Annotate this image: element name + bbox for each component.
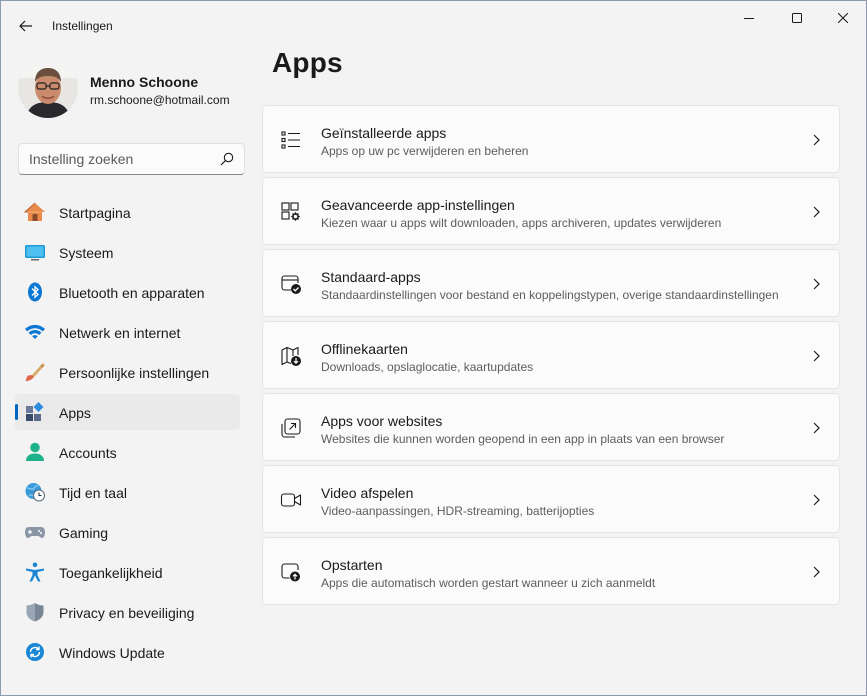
sidebar-item-privacy[interactable]: Privacy en beveiliging — [15, 594, 240, 630]
sidebar-item-label: Persoonlijke instellingen — [59, 365, 210, 381]
sidebar-item-label: Toegankelijkheid — [59, 565, 163, 581]
offline-map-icon — [281, 346, 301, 366]
sidebar-item-label: Privacy en beveiliging — [59, 605, 195, 621]
settings-window: Instellingen Menno Schoone rm.schoone@ho… — [0, 0, 867, 696]
sidebar-item-toegankelijkheid[interactable]: Toegankelijkheid — [15, 554, 240, 590]
wifi-icon — [25, 324, 45, 339]
title-bar: Instellingen — [1, 1, 866, 49]
search-icon[interactable] — [220, 152, 234, 166]
apps-icon — [26, 402, 44, 421]
accessibility-icon — [26, 562, 44, 582]
sidebar-item-label: Tijd en taal — [59, 485, 127, 501]
sidebar-item-apps[interactable]: Apps — [15, 394, 240, 430]
card-title: Geavanceerde app-instellingen — [321, 197, 515, 213]
sidebar-item-gaming[interactable]: Gaming — [15, 514, 240, 550]
card-title: Opstarten — [321, 557, 383, 573]
card-title: Apps voor websites — [321, 413, 443, 429]
sidebar-item-label: Systeem — [59, 245, 114, 261]
card-offline-maps[interactable]: Offlinekaarten Downloads, opslaglocatie,… — [262, 321, 840, 389]
card-apps-for-websites[interactable]: Apps voor websites Websites die kunnen w… — [262, 393, 840, 461]
arrow-left-icon — [19, 20, 32, 32]
sidebar-item-systeem[interactable]: Systeem — [15, 234, 240, 270]
home-icon — [24, 202, 45, 221]
profile-photo — [18, 58, 78, 118]
card-description: Kiezen waar u apps wilt downloaden, apps… — [321, 216, 722, 230]
user-email: rm.schoone@hotmail.com — [90, 93, 230, 107]
sidebar-item-label: Apps — [59, 405, 91, 421]
sidebar-item-label: Gaming — [59, 525, 109, 541]
card-advanced-app-settings[interactable]: Geavanceerde app-instellingen Kiezen waa… — [262, 177, 840, 245]
sidebar-item-label: Windows Update — [59, 645, 165, 661]
sidebar-item-accounts[interactable]: Accounts — [15, 434, 240, 470]
close-button[interactable] — [820, 1, 866, 35]
video-icon — [280, 493, 302, 507]
person-icon — [26, 442, 44, 461]
settings-card-list: Geïnstalleerde apps Apps op uw pc verwij… — [262, 105, 840, 609]
page-title: Apps — [272, 47, 343, 78]
sidebar-item-label: Bluetooth en apparaten — [59, 285, 205, 301]
card-description: Apps die automatisch worden gestart wann… — [321, 576, 656, 590]
chevron-right-icon — [813, 422, 820, 434]
shield-icon — [26, 603, 44, 622]
close-icon — [838, 13, 848, 23]
card-installed-apps[interactable]: Geïnstalleerde apps Apps op uw pc verwij… — [262, 105, 840, 173]
card-description: Standaardinstellingen voor bestand en ko… — [321, 288, 779, 302]
minimize-button[interactable] — [726, 1, 772, 35]
sidebar-item-bluetooth[interactable]: Bluetooth en apparaten — [15, 274, 240, 310]
chevron-right-icon — [813, 278, 820, 290]
window-title: Instellingen — [52, 19, 113, 33]
card-description: Apps op uw pc verwijderen en beheren — [321, 144, 529, 158]
avatar[interactable] — [18, 58, 78, 118]
sidebar-nav: Startpagina Systeem Bluetooth en apparat… — [15, 194, 240, 674]
sidebar-item-label: Netwerk en internet — [59, 325, 181, 341]
chevron-right-icon — [813, 134, 820, 146]
card-default-apps[interactable]: Standaard-apps Standaardinstellingen voo… — [262, 249, 840, 317]
card-title: Video afspelen — [321, 485, 414, 501]
startup-icon — [281, 563, 300, 582]
card-video-playback[interactable]: Video afspelen Video-aanpassingen, HDR-s… — [262, 465, 840, 533]
globe-clock-icon — [25, 483, 45, 502]
sidebar-item-persoonlijk[interactable]: Persoonlijke instellingen — [15, 354, 240, 390]
card-title: Geïnstalleerde apps — [321, 125, 447, 141]
app-list-icon — [281, 131, 300, 149]
app-settings-icon — [281, 202, 300, 221]
maximize-icon — [792, 13, 802, 23]
sidebar-item-windows-update[interactable]: Windows Update — [15, 634, 240, 670]
sidebar-item-tijd-taal[interactable]: Tijd en taal — [15, 474, 240, 510]
sidebar-item-startpagina[interactable]: Startpagina — [15, 194, 240, 230]
card-description: Downloads, opslaglocatie, kaartupdates — [321, 360, 534, 374]
card-startup[interactable]: Opstarten Apps die automatisch worden ge… — [262, 537, 840, 605]
chevron-right-icon — [813, 566, 820, 578]
back-button[interactable] — [13, 13, 39, 39]
system-icon — [25, 245, 45, 261]
card-description: Video-aanpassingen, HDR-streaming, batte… — [321, 504, 595, 518]
bluetooth-icon — [28, 282, 42, 302]
update-icon — [26, 643, 44, 661]
default-apps-icon — [281, 275, 301, 294]
search-input[interactable] — [19, 144, 209, 174]
user-name: Menno Schoone — [90, 74, 199, 90]
chevron-right-icon — [813, 350, 820, 362]
sidebar-item-label: Accounts — [59, 445, 117, 461]
chevron-right-icon — [813, 494, 820, 506]
gamepad-icon — [25, 527, 45, 538]
chevron-right-icon — [813, 206, 820, 218]
minimize-icon — [744, 18, 754, 19]
card-description: Websites die kunnen worden geopend in ee… — [321, 432, 725, 446]
maximize-button[interactable] — [774, 1, 820, 35]
card-title: Offlinekaarten — [321, 341, 408, 357]
open-in-app-icon — [281, 418, 301, 438]
sidebar-item-netwerk[interactable]: Netwerk en internet — [15, 314, 240, 350]
card-title: Standaard-apps — [321, 269, 421, 285]
brush-icon — [25, 363, 45, 381]
search-box[interactable] — [18, 143, 245, 175]
sidebar-item-label: Startpagina — [59, 205, 131, 221]
